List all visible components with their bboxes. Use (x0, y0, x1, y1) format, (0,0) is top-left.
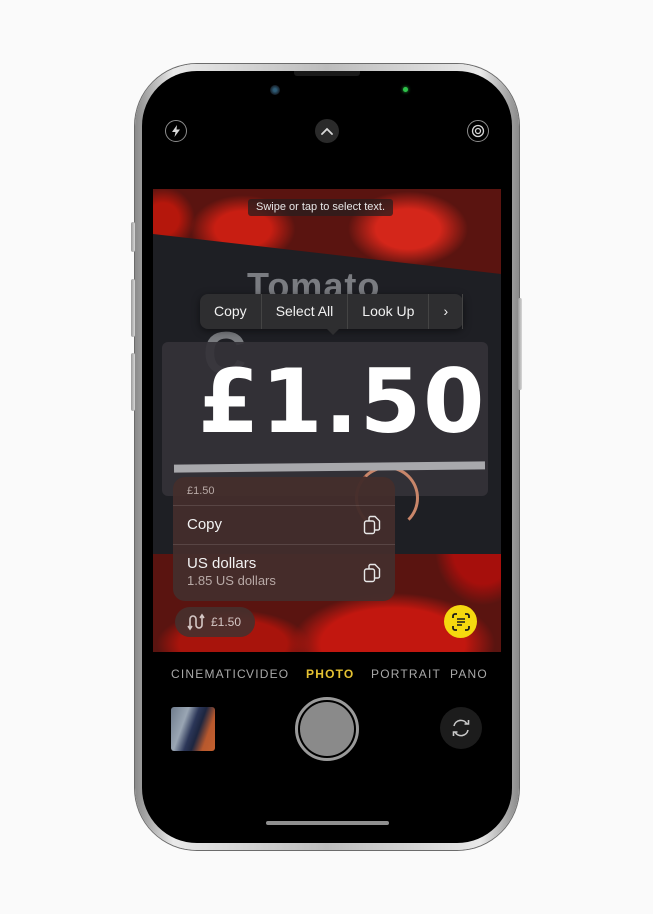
last-photo-thumbnail[interactable] (171, 707, 215, 751)
doc-on-doc-icon (363, 563, 381, 583)
context-menu-convert[interactable]: US dollars 1.85 US dollars (173, 545, 395, 601)
concentric-circles-icon (471, 124, 485, 138)
side-button (518, 298, 522, 390)
currency-convert-button[interactable]: £1.50 (175, 607, 255, 637)
bolt-icon (172, 125, 180, 137)
flip-camera-button[interactable] (440, 707, 482, 749)
context-menu-header: £1.50 (173, 477, 395, 506)
detected-price-text[interactable]: £1.50 (198, 350, 486, 453)
detected-price-region[interactable]: £1.50 (162, 342, 488, 530)
context-menu-copy[interactable]: Copy (173, 506, 395, 545)
edit-menu-more[interactable]: › (429, 294, 464, 329)
shutter-button[interactable] (300, 702, 354, 756)
expand-controls-button[interactable] (315, 119, 339, 143)
context-menu-copy-label: Copy (187, 516, 223, 533)
volume-up-button (131, 279, 135, 337)
doc-on-doc-icon (363, 515, 381, 535)
live-photo-button[interactable] (467, 120, 489, 142)
speaker-grille (294, 71, 360, 76)
arrows-convert-icon (187, 613, 205, 631)
edit-menu-look-up[interactable]: Look Up (348, 294, 430, 329)
front-camera (270, 85, 280, 95)
edit-menu-pointer (326, 328, 340, 335)
edit-menu-select-all[interactable]: Select All (262, 294, 349, 329)
home-indicator[interactable] (266, 821, 389, 825)
live-text-icon (451, 612, 470, 631)
camera-screen: Tomato C Swipe or tap to select text. £1… (142, 71, 512, 843)
currency-context-menu: £1.50 Copy US dollars 1.85 US dollars (173, 477, 395, 601)
currency-convert-label: £1.50 (211, 615, 242, 629)
mode-cinematic[interactable]: CINEMATIC (171, 667, 247, 681)
live-text-button[interactable] (444, 605, 477, 638)
price-underline (173, 461, 486, 473)
flash-button[interactable] (165, 120, 187, 142)
mode-portrait[interactable]: PORTRAIT (371, 667, 441, 681)
camera-mode-selector: CINEMATIC VIDEO PHOTO PORTRAIT PANO (142, 667, 512, 687)
volume-down-button (131, 353, 135, 411)
mode-pano[interactable]: PANO (450, 667, 488, 681)
select-text-hint: Swipe or tap to select text. (248, 199, 394, 216)
mode-photo[interactable]: PHOTO (306, 667, 354, 681)
chevron-up-icon (321, 127, 333, 135)
camera-flip-icon (452, 719, 470, 737)
mode-video[interactable]: VIDEO (246, 667, 289, 681)
camera-in-use-indicator (403, 87, 408, 92)
silent-switch (131, 222, 135, 252)
viewfinder[interactable]: Tomato C Swipe or tap to select text. £1… (153, 189, 501, 652)
text-edit-menu: Copy Select All Look Up › (200, 294, 464, 335)
edit-menu-copy[interactable]: Copy (200, 294, 262, 329)
